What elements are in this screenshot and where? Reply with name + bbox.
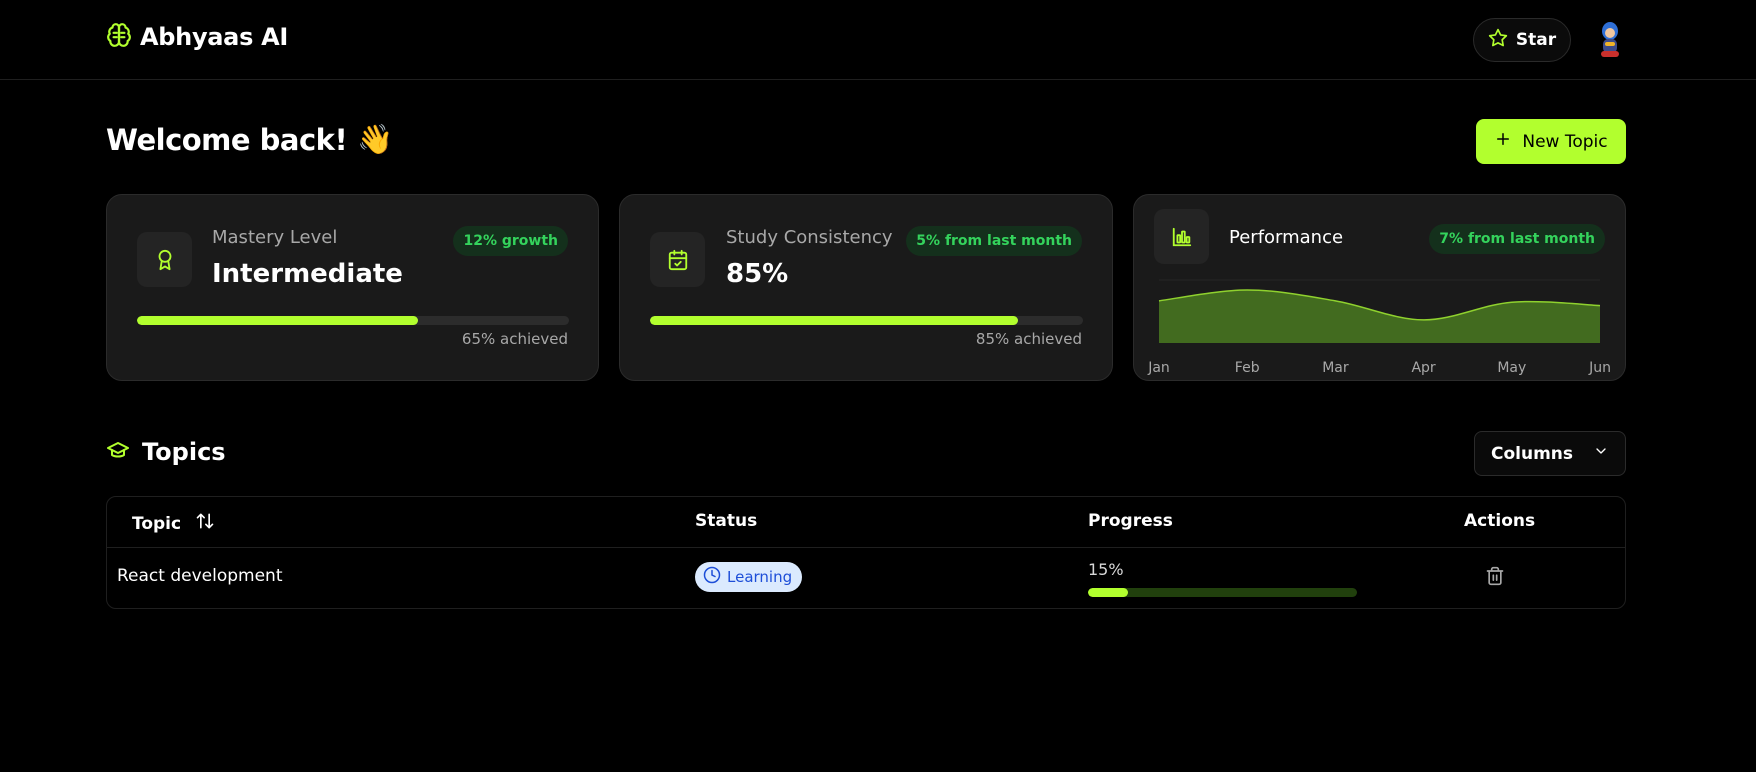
mastery-title: Mastery Level: [212, 227, 338, 248]
app-header: Abhyaas AI Star: [0, 0, 1756, 80]
award-icon: [137, 232, 192, 287]
column-header-progress: Progress: [1088, 511, 1173, 531]
month-label-jan: Jan: [1147, 360, 1170, 376]
month-label-mar: Mar: [1322, 360, 1349, 376]
consistency-caption: 85% achieved: [975, 330, 1082, 348]
consistency-progress-fill: [650, 316, 1019, 325]
topic-progress-bar: [1088, 588, 1357, 597]
brand-name: Abhyaas AI: [140, 23, 289, 51]
column-header-status: Status: [695, 511, 758, 531]
new-topic-label: New Topic: [1522, 131, 1608, 152]
consistency-progress-bar: [650, 316, 1083, 325]
mastery-progress-fill: [137, 316, 418, 325]
brand[interactable]: Abhyaas AI: [106, 22, 288, 52]
topic-header-label: Topic: [132, 513, 182, 534]
topics-title: Topics: [142, 438, 226, 466]
star-label: Star: [1515, 30, 1557, 50]
topic-name[interactable]: React development: [117, 566, 282, 586]
performance-area-chart: Jan Feb Mar Apr May Jun: [1147, 279, 1611, 376]
graduation-cap-icon: [106, 438, 130, 466]
table-divider: [107, 547, 1625, 548]
status-badge: Learning: [695, 562, 803, 592]
performance-card: Performance 7% from last month Jan Feb Mar…: [1133, 194, 1626, 381]
performance-area: [1159, 289, 1600, 343]
mastery-badge: 12% growth: [453, 226, 568, 256]
page-title: Welcome back! 👋: [106, 122, 393, 157]
topics-table: Topic Status Progress Actions React deve…: [106, 496, 1626, 609]
mastery-caption: 65% achieved: [461, 330, 568, 348]
progress-value: 15%: [1088, 560, 1124, 579]
consistency-value: 85%: [726, 259, 789, 289]
mastery-value: Intermediate: [212, 259, 403, 289]
waving-hand-emoji: 👋: [357, 122, 393, 156]
column-header-topic[interactable]: Topic: [132, 511, 215, 536]
columns-label: Columns: [1491, 443, 1574, 464]
sort-icon[interactable]: [195, 511, 215, 536]
new-topic-button[interactable]: New Topic: [1476, 119, 1626, 164]
brain-icon: [106, 22, 132, 52]
trash-icon: [1485, 566, 1505, 590]
star-button[interactable]: Star: [1473, 18, 1571, 62]
month-label-apr: Apr: [1411, 360, 1435, 376]
month-label-jun: Jun: [1588, 360, 1611, 376]
consistency-title: Study Consistency: [726, 227, 893, 248]
status-label: Learning: [727, 568, 793, 586]
mastery-progress-bar: [137, 316, 569, 325]
topics-header: Topics: [106, 438, 226, 466]
mastery-card: Mastery Level Intermediate 12% growth 65…: [106, 194, 599, 381]
column-header-actions: Actions: [1464, 511, 1536, 531]
month-label-may: May: [1497, 360, 1526, 376]
month-label-feb: Feb: [1235, 360, 1260, 376]
avatar[interactable]: [1594, 20, 1626, 60]
plus-icon: [1494, 130, 1512, 153]
consistency-card: Study Consistency 85% 5% from last month…: [619, 194, 1113, 381]
consistency-badge: 5% from last month: [906, 226, 1082, 256]
welcome-text: Welcome back!: [106, 122, 348, 157]
columns-dropdown[interactable]: Columns: [1474, 431, 1626, 476]
clock-icon: [703, 566, 721, 588]
topic-progress-fill: [1088, 588, 1129, 597]
delete-button[interactable]: [1484, 566, 1506, 590]
chevron-down-icon: [1593, 443, 1609, 464]
star-icon: [1488, 28, 1508, 53]
calendar-check-icon: [650, 232, 705, 287]
